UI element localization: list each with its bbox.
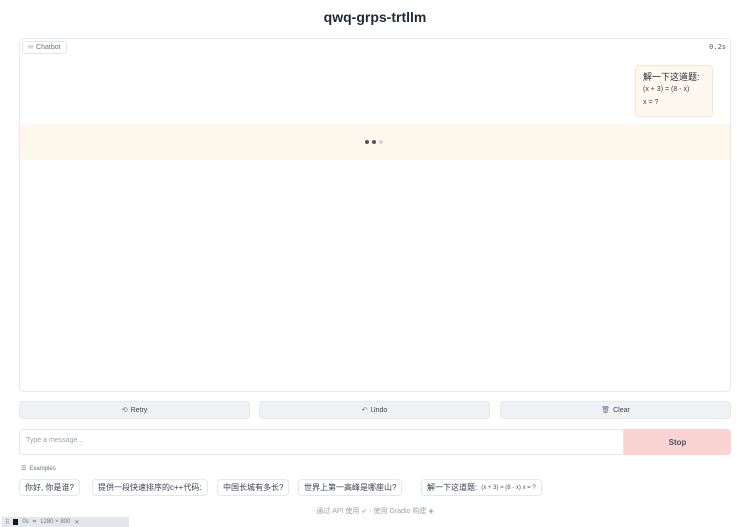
- loading-dots: [365, 140, 383, 144]
- stop-button[interactable]: Stop: [624, 429, 731, 455]
- user-message: 解一下这道题: (x + 3) = (8 - x) x = ?: [635, 65, 713, 117]
- undo-button[interactable]: ↶ Undo: [259, 401, 490, 419]
- loading-dot: [372, 140, 376, 144]
- devtools-size: 1280 × 800: [40, 519, 71, 525]
- retry-icon: ⟲: [121, 407, 128, 414]
- bot-message-pending: [20, 124, 730, 160]
- grip-icon: ⠿: [5, 519, 10, 526]
- chatbot-label-text: Chatbot: [36, 44, 61, 51]
- devtools-time: 0s: [22, 519, 29, 525]
- examples-header: ☰ Examples: [21, 465, 56, 473]
- record-icon: [13, 519, 19, 525]
- message-input[interactable]: Type a message...: [19, 429, 624, 455]
- clear-label: Clear: [613, 406, 630, 414]
- examples-label: Examples: [29, 465, 56, 472]
- retry-label: Retry: [130, 406, 148, 414]
- example-item[interactable]: 中国长城有多长?: [217, 479, 290, 496]
- retry-button[interactable]: ⟲ Retry: [19, 401, 250, 419]
- clear-button[interactable]: 🗑 Clear: [500, 401, 731, 419]
- footer: 通过 API 使用 ➶ · 使用 Gradio 构建 ◈: [0, 506, 750, 516]
- camera-icon: ⌗: [32, 518, 37, 525]
- list-icon: ☰: [21, 466, 27, 472]
- example-item-text: 解一下这道题:: [427, 483, 478, 492]
- page-title: qwq-grps-trtllm: [323, 9, 427, 25]
- gradio-link[interactable]: 使用 Gradio 构建: [374, 508, 427, 515]
- action-buttons: ⟲ Retry ↶ Undo 🗑 Clear: [19, 401, 731, 419]
- example-item[interactable]: 世界上第一高峰是哪座山?: [298, 479, 403, 496]
- input-row: Type a message... Stop: [19, 429, 731, 455]
- trash-icon: 🗑: [601, 407, 611, 414]
- user-message-line2: (x + 3) = (8 - x): [643, 86, 690, 93]
- chatbot-label: ✉ Chatbot: [22, 41, 67, 54]
- api-link[interactable]: 通过 API 使用: [316, 508, 359, 515]
- timer: 0.2s: [709, 43, 726, 51]
- devtools-bar: ⠿ 0s ⌗ 1280 × 800 ✕: [2, 517, 129, 527]
- loading-dot: [365, 140, 369, 144]
- gradio-logo-icon: ◈: [428, 508, 434, 515]
- example-item-detail: (x + 3) = (8 - x) x = ?: [481, 484, 536, 491]
- user-message-line1: 解一下这道题:: [643, 72, 700, 82]
- undo-label: Undo: [370, 406, 388, 414]
- chatbot-panel: ✉ Chatbot 0.2s 解一下这道题: (x + 3) = (8 - x)…: [19, 38, 731, 392]
- footer-separator: ·: [369, 508, 372, 515]
- chat-icon: ✉: [28, 45, 34, 51]
- user-message-line3: x = ?: [643, 99, 659, 106]
- loading-dot: [379, 140, 383, 144]
- undo-icon: ↶: [361, 407, 368, 414]
- example-item-equation[interactable]: 解一下这道题: (x + 3) = (8 - x) x = ?: [421, 479, 542, 496]
- close-icon[interactable]: ✕: [74, 519, 79, 526]
- example-item[interactable]: 你好, 你是谁?: [19, 479, 80, 496]
- example-item[interactable]: 提供一段快速排序的c++代码:: [92, 479, 208, 496]
